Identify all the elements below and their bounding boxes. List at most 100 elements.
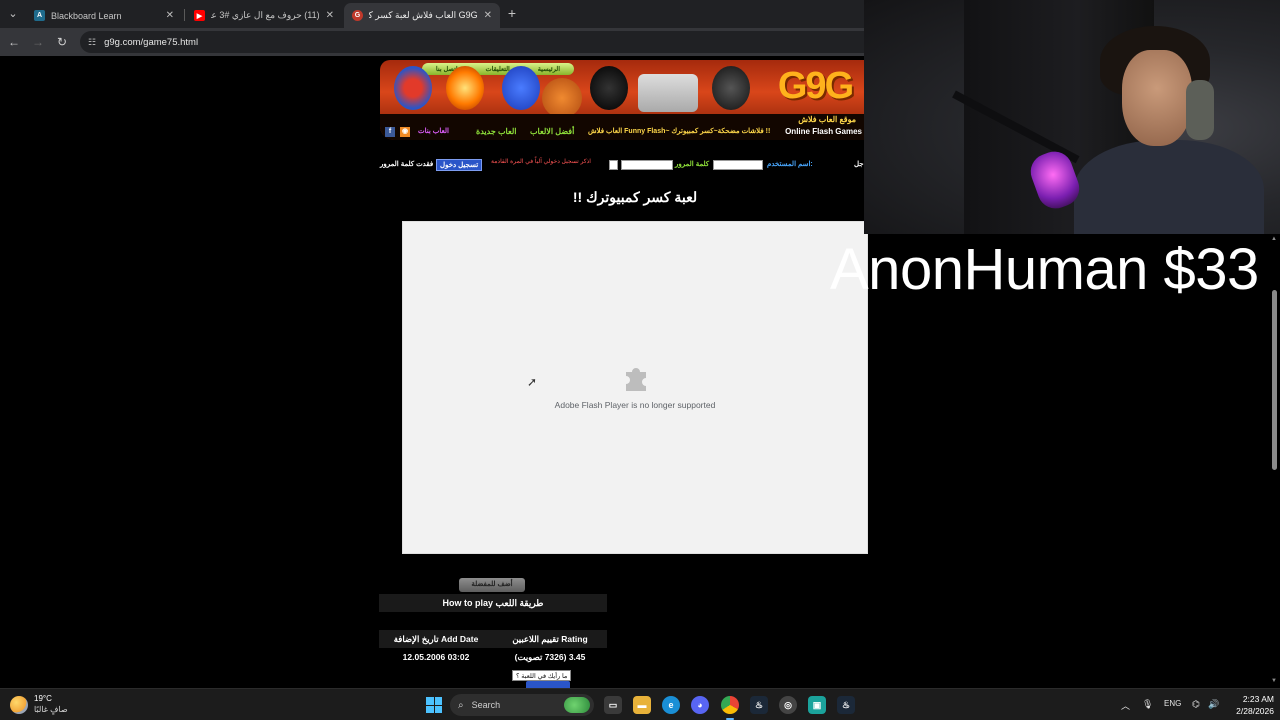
game-info-table: تاريخ الإضافة Add Date تقييم اللاعبين Ra… (379, 630, 607, 666)
webcam-overlay (864, 0, 1280, 234)
tab-divider (184, 9, 185, 21)
logo-tagline-english: Online Flash Games (785, 127, 862, 136)
app-icon[interactable]: ▣ (808, 696, 826, 714)
weather-widget[interactable]: 19°C صافٍ غالبًا (10, 694, 68, 715)
taskbar-search[interactable]: ⌕ Search (450, 694, 594, 716)
site-info-icon[interactable]: ☷ (88, 37, 96, 48)
scroll-thumb[interactable] (1272, 290, 1277, 470)
volume-icon[interactable]: 🔊 (1208, 699, 1219, 710)
tab-youtube[interactable]: ▶ (11) حروف مع ال عازي #3 عزام و... ✕ (186, 3, 342, 28)
sonic-character-image (502, 66, 540, 110)
rss-icon[interactable]: ◉ (400, 127, 410, 137)
tab-title: Blackboard Learn (51, 10, 122, 21)
rating-select[interactable]: ما رأيك في اللعبة ؟ (512, 670, 572, 681)
file-explorer-icon[interactable]: ▬ (633, 696, 651, 714)
password-input[interactable] (621, 160, 673, 170)
rating-header: تقييم اللاعبين Rating (512, 634, 588, 644)
tray-overflow-chevron-icon[interactable]: ︿ (1121, 699, 1130, 712)
scroll-down-icon[interactable]: ▼ (1271, 678, 1277, 684)
search-highlight-image (564, 697, 590, 713)
logo-tagline-arabic: موقع العاب فلاش (798, 115, 856, 124)
browser-toolbar: ← → ↻ ☷ g9g.com/game75.html (0, 28, 864, 56)
close-icon[interactable]: ✕ (326, 10, 334, 21)
date-value: 12.05.2006 03:02 (402, 652, 470, 662)
system-clock[interactable]: 2:23 AM 2/28/2026 (1222, 693, 1274, 717)
facebook-icon[interactable]: f (385, 127, 395, 137)
weather-condition: صافٍ غالبًا (34, 705, 68, 714)
page-scrollbar[interactable]: ▲ ▼ (1270, 234, 1280, 688)
mouse-cursor-icon: ➚ (527, 375, 538, 389)
forgot-password-link[interactable]: فقدت كلمة المرور (380, 160, 433, 168)
scroll-up-icon[interactable]: ▲ (1271, 236, 1277, 242)
soldier-character-image (712, 66, 750, 110)
link-new-games[interactable]: العاب جديدة (476, 127, 516, 136)
tab-title: G9G العاب فلاش لعبة كسر كمبيوترك (369, 10, 478, 20)
fire-creature-image (446, 66, 484, 110)
language-indicator[interactable]: ENG (1164, 699, 1181, 708)
address-bar[interactable]: ☷ g9g.com/game75.html (80, 31, 864, 53)
g9g-logo[interactable]: G9G (770, 66, 860, 106)
donation-overlay: AnonHuman $33 (830, 234, 1270, 306)
blackboard-icon: A (34, 10, 45, 21)
back-arrow-icon[interactable]: ← (6, 34, 22, 50)
clock-time: 2:23 AM (1242, 694, 1274, 704)
steam-secondary-icon[interactable]: ♨ (837, 696, 855, 714)
cards-and-car-image (638, 74, 698, 112)
wifi-icon[interactable]: ⌬ (1192, 699, 1200, 710)
obs-icon[interactable]: ◎ (779, 696, 797, 714)
windows-taskbar: 19°C صافٍ غالبًا ⌕ Search ▭ ▬ e ◕ ♨ ◎ ▣ … (0, 688, 1280, 720)
date-header: تاريخ الإضافة Add Date (393, 634, 479, 644)
streamer-body (1074, 140, 1264, 234)
nav-home[interactable]: الرئيسية (538, 65, 560, 73)
browser-tab-bar: ⌄ A Blackboard Learn ✕ ▶ (11) حروف مع ال… (0, 0, 864, 28)
windows-start-icon[interactable] (426, 697, 442, 713)
headphones (1186, 80, 1214, 140)
task-view-icon[interactable]: ▭ (604, 696, 622, 714)
forward-arrow-icon[interactable]: → (30, 34, 46, 50)
remember-me-label: اذكر تسجيل دخولي آلياً في المرة القادمة (491, 159, 591, 165)
link-best-games[interactable]: أفضل الالعاب (530, 127, 574, 136)
add-to-favorites-button[interactable]: أضف للمفضلة (459, 578, 525, 592)
tab-search-chevron-icon[interactable]: ⌄ (4, 5, 22, 23)
basketball-image (542, 78, 582, 118)
how-to-play-header[interactable]: How to play طريقة اللعب (379, 594, 607, 612)
donation-text: AnonHuman $33 (830, 237, 1259, 302)
web-page: اتصل بنا التعليقات الرئيسية G9G موقع الع… (0, 56, 868, 688)
g9g-icon: G (352, 10, 363, 21)
tab-g9g[interactable]: G G9G العاب فلاش لعبة كسر كمبيوترك ✕ (344, 3, 500, 28)
edge-icon[interactable]: e (662, 696, 680, 714)
link-strip-categories[interactable]: العاب فلاش Funny Flash~ فلاشات مضحكة~كسر… (588, 127, 770, 135)
url-text: g9g.com/game75.html (104, 36, 199, 48)
streamer-face (1122, 50, 1192, 146)
remember-me-checkbox[interactable] (609, 160, 618, 170)
nav-comments[interactable]: التعليقات (485, 65, 509, 73)
link-girls-games[interactable]: العاب بنات (418, 127, 449, 135)
login-bar: فقدت كلمة المرور تسجيل دخول اذكر تسجيل د… (379, 157, 864, 173)
reload-icon[interactable]: ↻ (54, 34, 70, 50)
rating-value: 3.45 (7326 تصويت) (514, 652, 586, 662)
site-banner: اتصل بنا التعليقات الرئيسية G9G موقع الع… (380, 60, 864, 140)
username-input[interactable] (713, 160, 763, 170)
youtube-icon: ▶ (194, 10, 205, 21)
steam-icon[interactable]: ♨ (750, 696, 768, 714)
clock-date: 2/28/2026 (1236, 706, 1274, 716)
login-button[interactable]: تسجيل دخول (436, 159, 483, 171)
game-title: لعبة كسر كمبيوترك !! (572, 189, 698, 205)
microphone-icon[interactable]: 🎙 (1142, 699, 1153, 710)
close-icon[interactable]: ✕ (166, 10, 174, 21)
flash-game-area[interactable]: Adobe Flash Player is no longer supporte… (402, 221, 868, 554)
search-label: Search (471, 700, 501, 710)
close-icon[interactable]: ✕ (484, 10, 492, 21)
discord-icon[interactable]: ◕ (691, 696, 709, 714)
new-tab-button[interactable]: + (504, 5, 520, 21)
rate-submit-button[interactable] (526, 681, 570, 688)
site-nav: اتصل بنا التعليقات الرئيسية (422, 63, 574, 75)
info-value-row: 12.05.2006 03:02 3.45 (7326 تصويت) (379, 648, 607, 666)
tab-blackboard[interactable]: A Blackboard Learn ✕ (26, 3, 182, 28)
username-label: اسم المستخدم: (767, 161, 813, 168)
search-icon: ⌕ (458, 699, 464, 711)
tab-title: (11) حروف مع ال عازي #3 عزام و... (211, 10, 320, 20)
chrome-icon[interactable] (721, 696, 739, 720)
cut-off-label: جل (854, 161, 864, 168)
partly-cloudy-icon (10, 695, 28, 714)
